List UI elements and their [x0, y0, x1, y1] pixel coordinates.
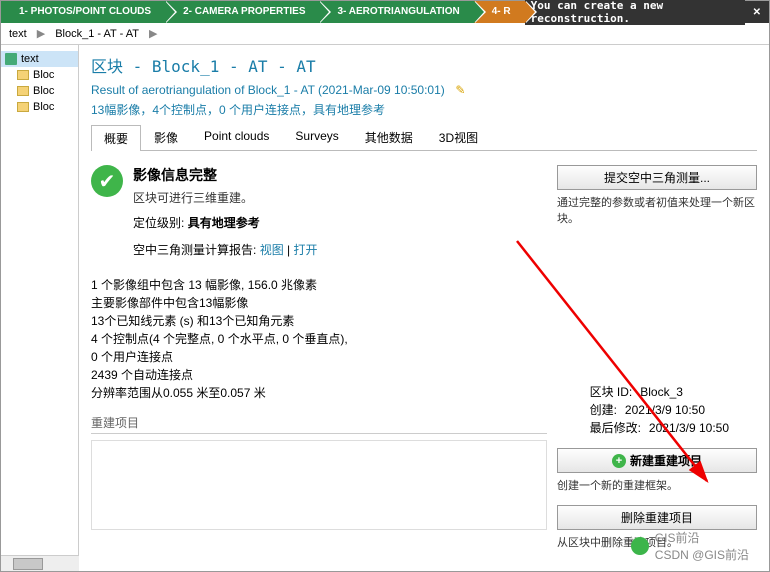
folder-icon — [17, 102, 29, 112]
tab-overview[interactable]: 概要 — [91, 125, 141, 151]
breadcrumb-block[interactable]: Block_1 - AT - AT — [55, 28, 139, 40]
tree-item[interactable]: Bloc — [1, 83, 78, 99]
page-summary: 13幅影像，4个控制点，0 个用户连接点，具有地理参考 — [91, 101, 757, 118]
report-label: 空中三角测量计算报告: — [133, 243, 256, 257]
folder-icon — [17, 70, 29, 80]
stat-line: 分辨率范围从0.055 米至0.057 米 — [91, 384, 547, 402]
chevron-right-icon: ▶ — [149, 27, 157, 40]
status-desc: 区块可进行三维重建。 — [133, 189, 253, 206]
tree-item[interactable]: Bloc — [1, 99, 78, 115]
step-aerotri[interactable]: 3- AEROTRIANGULATION — [319, 1, 473, 23]
submit-at-button[interactable]: 提交空中三角测量... — [557, 165, 757, 190]
tab-bar: 概要 影像 Point clouds Surveys 其他数据 3D视图 — [91, 124, 757, 151]
submit-at-desc: 通过完整的参数或者初值来处理一个新区块。 — [557, 194, 757, 226]
tree-item[interactable]: Bloc — [1, 67, 78, 83]
step-photos[interactable]: 1- PHOTOS/POINT CLOUDS — [1, 1, 165, 23]
watermark: GIS前沿 CSDN @GIS前沿 — [631, 529, 749, 563]
report-view-link[interactable]: 视图 — [260, 243, 284, 257]
check-icon: ✔ — [91, 165, 123, 197]
stat-line: 2439 个自动连接点 — [91, 366, 547, 384]
section-rebuild: 重建项目 — [91, 414, 547, 434]
horizontal-scrollbar[interactable] — [1, 555, 79, 571]
stats-block: 1 个影像组中包含 13 幅影像, 156.0 兆像素 主要影像部件中包含13幅… — [91, 276, 547, 402]
level-value: 具有地理参考 — [188, 216, 260, 230]
tab-3dview[interactable]: 3D视图 — [426, 124, 491, 150]
stat-line: 主要影像部件中包含13幅影像 — [91, 294, 547, 312]
tab-pointclouds[interactable]: Point clouds — [191, 124, 282, 150]
chevron-right-icon: ▶ — [37, 27, 45, 40]
folder-icon — [17, 86, 29, 96]
stat-line: 0 个用户连接点 — [91, 348, 547, 366]
watermark-logo-icon — [631, 537, 649, 555]
close-icon[interactable]: ✕ — [745, 7, 769, 18]
status-heading: 影像信息完整 — [133, 165, 253, 185]
stat-line: 1 个影像组中包含 13 幅影像, 156.0 兆像素 — [91, 276, 547, 294]
plus-icon: + — [612, 454, 626, 468]
tab-other[interactable]: 其他数据 — [352, 124, 426, 150]
level-label: 定位级别: — [133, 216, 184, 230]
edit-icon[interactable]: ✎ — [452, 83, 465, 97]
step-bar: 1- PHOTOS/POINT CLOUDS 2- CAMERA PROPERT… — [1, 1, 769, 23]
rebuild-list — [91, 440, 547, 530]
tab-images[interactable]: 影像 — [141, 124, 191, 150]
new-reconstruction-desc: 创建一个新的重建框架。 — [557, 477, 757, 493]
meta-block: 区块 ID:Block_3 创建:2021/3/9 10:50 最后修改:202… — [590, 383, 729, 437]
hint-text: You can create a new reconstruction. — [525, 0, 745, 25]
breadcrumb: text ▶ Block_1 - AT - AT ▶ — [1, 23, 769, 45]
report-open-link[interactable]: 打开 — [294, 243, 318, 257]
breadcrumb-root[interactable]: text — [9, 28, 27, 40]
file-icon — [5, 53, 17, 65]
page-title: 区块 - Block_1 - AT - AT — [91, 53, 757, 77]
tree-root[interactable]: text — [1, 51, 78, 67]
project-tree: text Bloc Bloc Bloc — [1, 45, 79, 571]
delete-reconstruction-button[interactable]: 删除重建项目 — [557, 505, 757, 530]
page-subtitle: Result of aerotriangulation of Block_1 -… — [91, 83, 757, 97]
step-camera[interactable]: 2- CAMERA PROPERTIES — [165, 1, 319, 23]
new-reconstruction-button[interactable]: + 新建重建项目 — [557, 448, 757, 473]
stat-line: 4 个控制点(4 个完整点, 0 个水平点, 0 个垂直点), — [91, 330, 547, 348]
tab-surveys[interactable]: Surveys — [282, 124, 351, 150]
stat-line: 13个已知线元素 (s) 和13个已知角元素 — [91, 312, 547, 330]
